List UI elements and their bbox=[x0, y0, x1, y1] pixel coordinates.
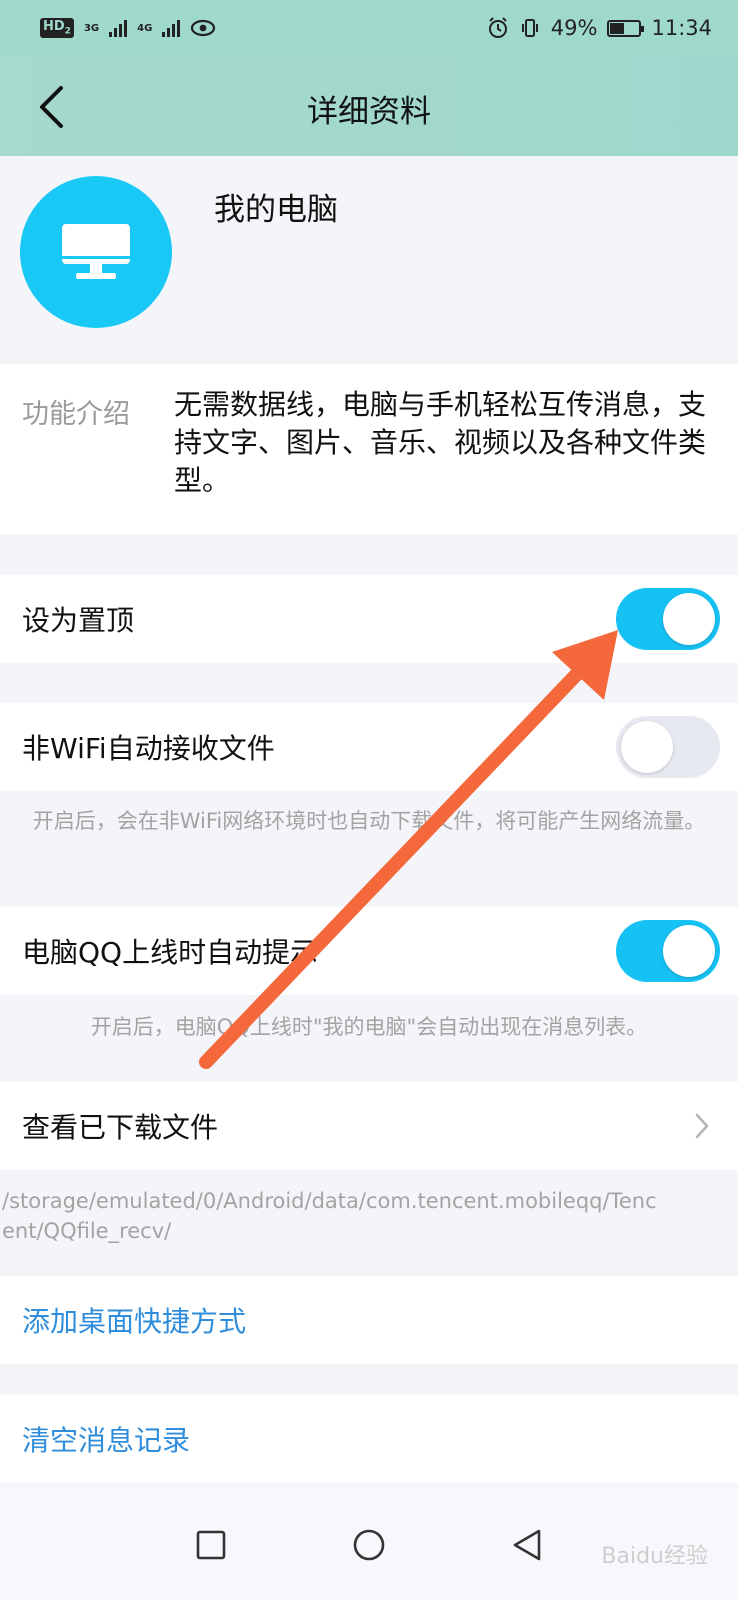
net-4g-label: 4G bbox=[137, 22, 153, 34]
avatar[interactable] bbox=[20, 176, 172, 328]
clear-link[interactable]: 清空消息记录 bbox=[22, 1419, 190, 1459]
nonwifi-note: 开启后，会在非WiFi网络环境时也自动下载文件，将可能产生网络流量。 bbox=[32, 809, 706, 833]
square-icon bbox=[196, 1530, 226, 1560]
pin-toggle[interactable] bbox=[616, 588, 720, 650]
computer-monitor-icon bbox=[62, 224, 130, 279]
battery-icon bbox=[607, 19, 645, 37]
toggle-knob bbox=[621, 721, 673, 773]
online-prompt-note: 开启后，电脑QQ上线时"我的电脑"会自动出现在消息列表。 bbox=[90, 1015, 648, 1039]
watermark: Baidu经验 bbox=[601, 1544, 708, 1569]
online-prompt-label: 电脑QQ上线时自动提示 bbox=[22, 936, 319, 969]
intro-text: 无需数据线，电脑与手机轻松互传消息，支持文字、图片、音乐、视频以及各种文件类型。 bbox=[174, 388, 707, 497]
clock: 11:34 bbox=[651, 16, 712, 40]
downloads-path: /storage/emulated/0/Android/data/com.ten… bbox=[2, 1189, 657, 1243]
toggle-knob bbox=[663, 593, 715, 645]
chevron-right-icon bbox=[695, 1113, 709, 1139]
system-nav-bar: Baidu经验 bbox=[0, 1488, 738, 1600]
status-right: 49% 11:34 bbox=[487, 16, 712, 40]
status-left: HD2 3G 4G bbox=[40, 18, 216, 38]
net-3g-label: 3G bbox=[83, 22, 100, 34]
nav-back-button[interactable] bbox=[508, 1526, 546, 1564]
nonwifi-toggle[interactable] bbox=[616, 716, 720, 778]
toggle-knob bbox=[663, 925, 715, 977]
profile-section: 我的电脑 bbox=[0, 156, 738, 364]
profile-name: 我的电脑 bbox=[214, 192, 338, 228]
status-bar: HD2 3G 4G 49% 11:34 bbox=[0, 0, 738, 56]
page-title: 详细资料 bbox=[307, 94, 431, 130]
vibrate-icon bbox=[521, 19, 538, 37]
setting-row-online-prompt[interactable]: 电脑QQ上线时自动提示 bbox=[0, 907, 738, 995]
setting-row-downloads[interactable]: 查看已下载文件 bbox=[0, 1082, 738, 1170]
eye-icon bbox=[191, 19, 216, 37]
setting-row-nonwifi[interactable]: 非WiFi自动接收文件 bbox=[0, 703, 738, 791]
shortcut-link[interactable]: 添加桌面快捷方式 bbox=[22, 1300, 246, 1340]
signal-icon bbox=[109, 19, 128, 37]
triangle-back-icon bbox=[513, 1529, 541, 1561]
nonwifi-label: 非WiFi自动接收文件 bbox=[22, 732, 275, 765]
pin-label: 设为置顶 bbox=[22, 604, 135, 637]
alarm-icon bbox=[488, 17, 507, 38]
hd-indicator: HD2 bbox=[40, 18, 74, 38]
battery-percent: 49% bbox=[550, 16, 598, 40]
recents-button[interactable] bbox=[192, 1526, 230, 1564]
setting-row-pin[interactable]: 设为置顶 bbox=[0, 575, 738, 663]
setting-row-shortcut[interactable]: 添加桌面快捷方式 bbox=[0, 1276, 738, 1364]
circle-icon bbox=[353, 1529, 385, 1561]
signal-icon bbox=[162, 19, 181, 37]
setting-row-clear[interactable]: 清空消息记录 bbox=[0, 1395, 738, 1483]
nav-header: 详细资料 bbox=[0, 56, 738, 156]
intro-label: 功能介绍 bbox=[22, 399, 130, 430]
online-prompt-toggle[interactable] bbox=[616, 920, 720, 982]
home-button[interactable] bbox=[350, 1526, 388, 1564]
intro-card: 功能介绍 无需数据线，电脑与手机轻松互传消息，支持文字、图片、音乐、视频以及各种… bbox=[0, 364, 738, 534]
downloads-label: 查看已下载文件 bbox=[22, 1111, 219, 1144]
